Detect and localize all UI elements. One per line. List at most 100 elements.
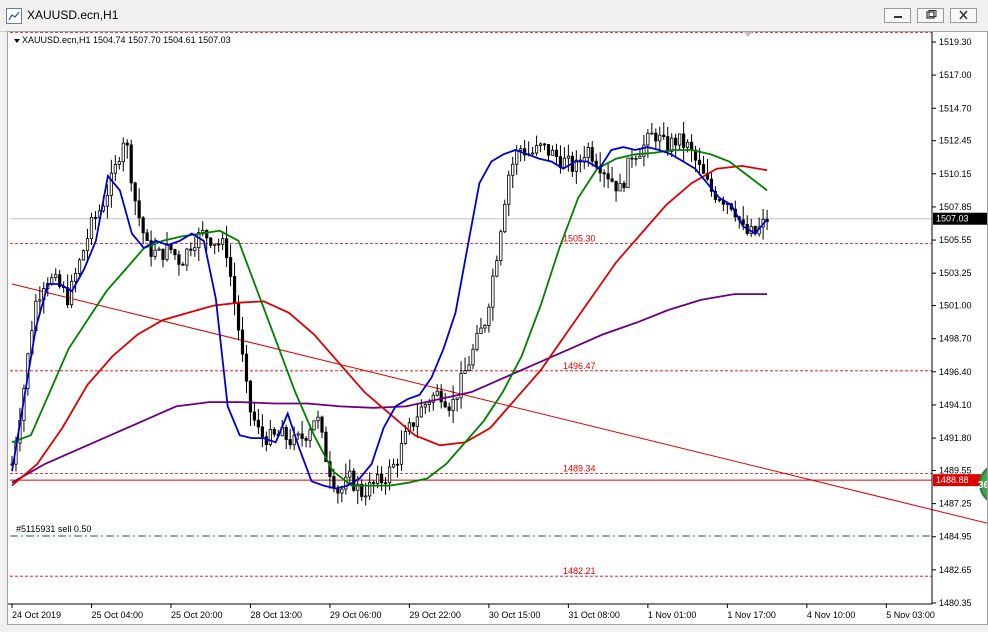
- candle-body: [487, 306, 491, 326]
- candle-body: [630, 157, 634, 160]
- candle-body: [133, 182, 137, 202]
- candle-body: [622, 182, 626, 189]
- chart-window[interactable]: 1519.971505.301496.471489.341482.21#5115…: [7, 22, 988, 625]
- candle-body: [38, 299, 42, 302]
- candle-body: [141, 217, 145, 234]
- minimize-button[interactable]: [884, 8, 911, 23]
- price-tick-label: 1519.30: [939, 37, 972, 47]
- ma-fast-line: [11, 146, 768, 490]
- ma-slow-line: [11, 164, 768, 487]
- price-tick-label: 1482.65: [939, 565, 972, 575]
- candle-body: [475, 333, 479, 350]
- candle-body: [300, 433, 304, 439]
- candle-body: [77, 259, 82, 274]
- candle-body: [205, 229, 209, 239]
- candle-body: [177, 254, 181, 265]
- candle-body: [658, 134, 662, 142]
- ma-slowest-line: [11, 293, 768, 484]
- close-button[interactable]: [950, 8, 977, 23]
- price-tick-label: 1505.55: [939, 235, 972, 245]
- candle-body: [236, 302, 241, 331]
- candle-body: [248, 380, 253, 413]
- candle-body: [129, 144, 133, 184]
- level-label: 1489.34: [563, 464, 596, 474]
- candle-body: [463, 370, 467, 374]
- candle-body: [93, 216, 98, 219]
- candle-body: [499, 231, 503, 261]
- candle-body: [455, 397, 459, 400]
- candle-body: [531, 152, 535, 155]
- ma-medium-line: [11, 149, 768, 487]
- candle-body: [507, 174, 511, 205]
- candle-body: [225, 238, 229, 258]
- candle-body: [70, 280, 74, 306]
- candle-body: [368, 482, 372, 497]
- candle-body: [439, 390, 443, 403]
- level-label: 1482.21: [563, 566, 596, 576]
- price-tick-label: 1480.35: [939, 598, 972, 608]
- candle-body: [546, 144, 551, 156]
- candle-body: [697, 159, 702, 165]
- candle-body: [686, 141, 690, 148]
- candle-body: [332, 476, 336, 489]
- candle-body: [435, 390, 439, 396]
- candle-body: [348, 470, 352, 478]
- candle-body: [308, 429, 312, 441]
- candle-body: [304, 438, 308, 441]
- symbol-dropdown-icon[interactable]: [14, 39, 20, 43]
- candle-body: [379, 474, 384, 484]
- time-tick-label: 30 Oct 15:00: [489, 610, 541, 620]
- candle-body: [538, 143, 543, 146]
- candle-body: [50, 277, 54, 284]
- time-tick-label: 24 Oct 2019: [12, 610, 61, 620]
- chart-window-icon: [6, 8, 22, 24]
- candle-body: [534, 145, 539, 154]
- candle-body: [73, 273, 78, 282]
- candle-body: [221, 238, 225, 245]
- candle-body: [340, 488, 344, 494]
- candle-body: [189, 248, 193, 251]
- candle-body: [320, 416, 324, 433]
- price-tick-label: 1501.00: [939, 301, 972, 311]
- candle-body: [610, 178, 614, 182]
- candle-body: [364, 495, 368, 498]
- candle-body: [403, 431, 408, 444]
- candle-body: [157, 248, 161, 251]
- time-tick-label: 5 Nov 03:00: [886, 610, 935, 620]
- candle-body: [451, 398, 455, 411]
- level-label: 1505.30: [563, 234, 596, 244]
- candle-body: [256, 419, 260, 428]
- time-tick-label: 25 Oct 04:00: [91, 610, 143, 620]
- price-chart[interactable]: 1519.971505.301496.471489.341482.21#5115…: [8, 22, 988, 624]
- time-tick-label: 28 Oct 13:00: [250, 610, 302, 620]
- candle-body: [268, 428, 272, 445]
- restore-button[interactable]: [917, 8, 944, 23]
- candle-body: [467, 364, 471, 372]
- candle-body: [479, 327, 483, 334]
- time-tick-label: 1 Nov 01:00: [648, 610, 697, 620]
- candle-body: [121, 142, 125, 163]
- price-tick-label: 1507.85: [939, 202, 972, 212]
- candle-body: [678, 133, 682, 146]
- candle-body: [471, 348, 475, 366]
- candle-body: [153, 249, 157, 257]
- candle-body: [145, 232, 149, 242]
- candle-body: [105, 194, 109, 207]
- candle-body: [161, 248, 165, 260]
- candle-body: [491, 275, 495, 308]
- price-tick-label: 1517.00: [939, 70, 972, 80]
- candle-body: [54, 274, 58, 278]
- candle-body: [165, 243, 169, 260]
- candle-body: [662, 134, 666, 138]
- candle-body: [395, 463, 400, 466]
- candle-body: [427, 401, 431, 405]
- window-title-bar[interactable]: XAUUSD.ecn,H1: [0, 0, 988, 32]
- candle-body: [519, 148, 523, 151]
- candle-body: [399, 443, 404, 465]
- time-tick-label: 29 Oct 06:00: [330, 610, 382, 620]
- price-tick-label: 1494.10: [939, 400, 972, 410]
- candle-body: [109, 172, 113, 196]
- candle-body: [447, 406, 451, 411]
- candle-body: [562, 157, 567, 168]
- price-tick-label: 1496.40: [939, 367, 972, 377]
